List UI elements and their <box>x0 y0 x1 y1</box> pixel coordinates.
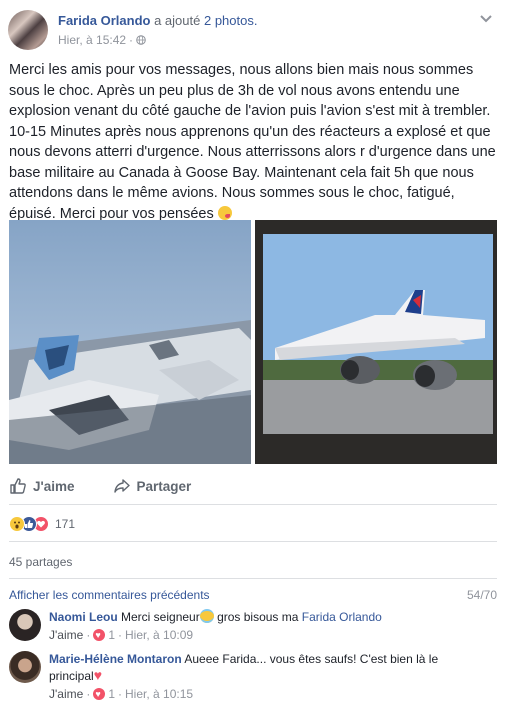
divider <box>9 504 497 505</box>
share-arrow-icon <box>113 479 130 493</box>
commenter-avatar[interactable] <box>9 651 41 683</box>
share-label: Partager <box>136 478 192 494</box>
post-actions: J'aime Partager <box>9 474 497 498</box>
wow-reaction-icon <box>9 516 25 532</box>
comment-item: Naomi Leou Merci seigneur gros bisous ma… <box>9 609 497 647</box>
comment-body: Marie-Hélène Montaron Aueee Farida... vo… <box>49 651 489 702</box>
post-timestamp[interactable]: Hier, à 15:42 <box>58 33 126 47</box>
post-body-text: Merci les amis pour vos messages, nous a… <box>9 62 496 222</box>
comment-meta: J'aime · 1 · Hier, à 10:09 <box>49 627 489 643</box>
comment-time[interactable]: Hier, à 10:09 <box>125 627 193 643</box>
meta-separator: · <box>118 687 122 701</box>
comment-like-button[interactable]: J'aime <box>49 686 83 702</box>
post-text: Merci les amis pour vos messages, nous a… <box>9 60 497 224</box>
halo-emoji-icon <box>199 609 214 623</box>
comment-item: Marie-Hélène Montaron Aueee Farida... vo… <box>9 651 497 703</box>
reaction-count: 171 <box>55 517 76 531</box>
thumbs-up-icon <box>10 478 26 494</box>
love-reaction-icon <box>93 686 106 702</box>
author-action-text: a ajouté <box>154 13 201 28</box>
comment-count: 54/70 <box>466 588 497 602</box>
meta-separator: · <box>118 628 122 642</box>
post-meta: Hier, à 15:42 · <box>58 33 146 47</box>
damaged-engine-image <box>9 220 251 464</box>
post-header: Farida Orlando a ajouté 2 photos. Hier, … <box>8 10 498 50</box>
comment-body: Naomi Leou Merci seigneur gros bisous ma… <box>49 609 489 643</box>
photos-count-link[interactable]: 2 photos. <box>204 13 258 28</box>
comment-like-button[interactable]: J'aime <box>49 627 83 643</box>
comments-header: Afficher les commentaires précédents 54/… <box>9 588 497 602</box>
chevron-down-icon[interactable] <box>478 10 494 26</box>
meta-separator: · <box>86 628 91 642</box>
like-label: J'aime <box>33 478 75 494</box>
commenter-name-link[interactable]: Marie-Hélène Montaron <box>49 652 182 666</box>
author-avatar[interactable] <box>8 10 48 50</box>
comment-reaction-count[interactable]: 1 <box>108 627 115 643</box>
love-reaction-icon <box>93 627 106 643</box>
divider <box>9 578 497 579</box>
kiss-emoji-icon <box>217 205 232 220</box>
mention-link[interactable]: Farida Orlando <box>302 610 382 624</box>
comment-text: Merci seigneur <box>121 610 200 624</box>
like-button[interactable]: J'aime <box>9 477 75 495</box>
comment-text-after: gros bisous ma <box>217 610 299 624</box>
author-line: Farida Orlando a ajouté 2 photos. <box>58 13 257 28</box>
reactions-summary[interactable]: 171 <box>9 515 75 533</box>
shares-count-link[interactable]: 45 partages <box>9 555 72 569</box>
commenter-name-link[interactable]: Naomi Leou <box>49 610 118 624</box>
author-name-link[interactable]: Farida Orlando <box>58 13 150 28</box>
share-button[interactable]: Partager <box>113 477 192 495</box>
comment-time[interactable]: Hier, à 10:15 <box>125 686 193 702</box>
airplane-tarmac-image <box>255 220 497 464</box>
comment-reaction-count[interactable]: 1 <box>108 686 115 702</box>
comment-meta: J'aime · 1 · Hier, à 10:15 <box>49 686 489 702</box>
airplane-on-tarmac-photo[interactable] <box>255 220 497 464</box>
view-previous-comments-link[interactable]: Afficher les commentaires précédents <box>9 588 210 602</box>
meta-separator: · <box>129 33 134 47</box>
heart-emoji-icon: ♥ <box>93 667 103 683</box>
globe-icon[interactable] <box>136 35 146 45</box>
damaged-engine-photo[interactable] <box>9 220 251 464</box>
commenter-avatar[interactable] <box>9 609 41 641</box>
meta-separator: · <box>86 687 91 701</box>
divider <box>9 541 497 542</box>
